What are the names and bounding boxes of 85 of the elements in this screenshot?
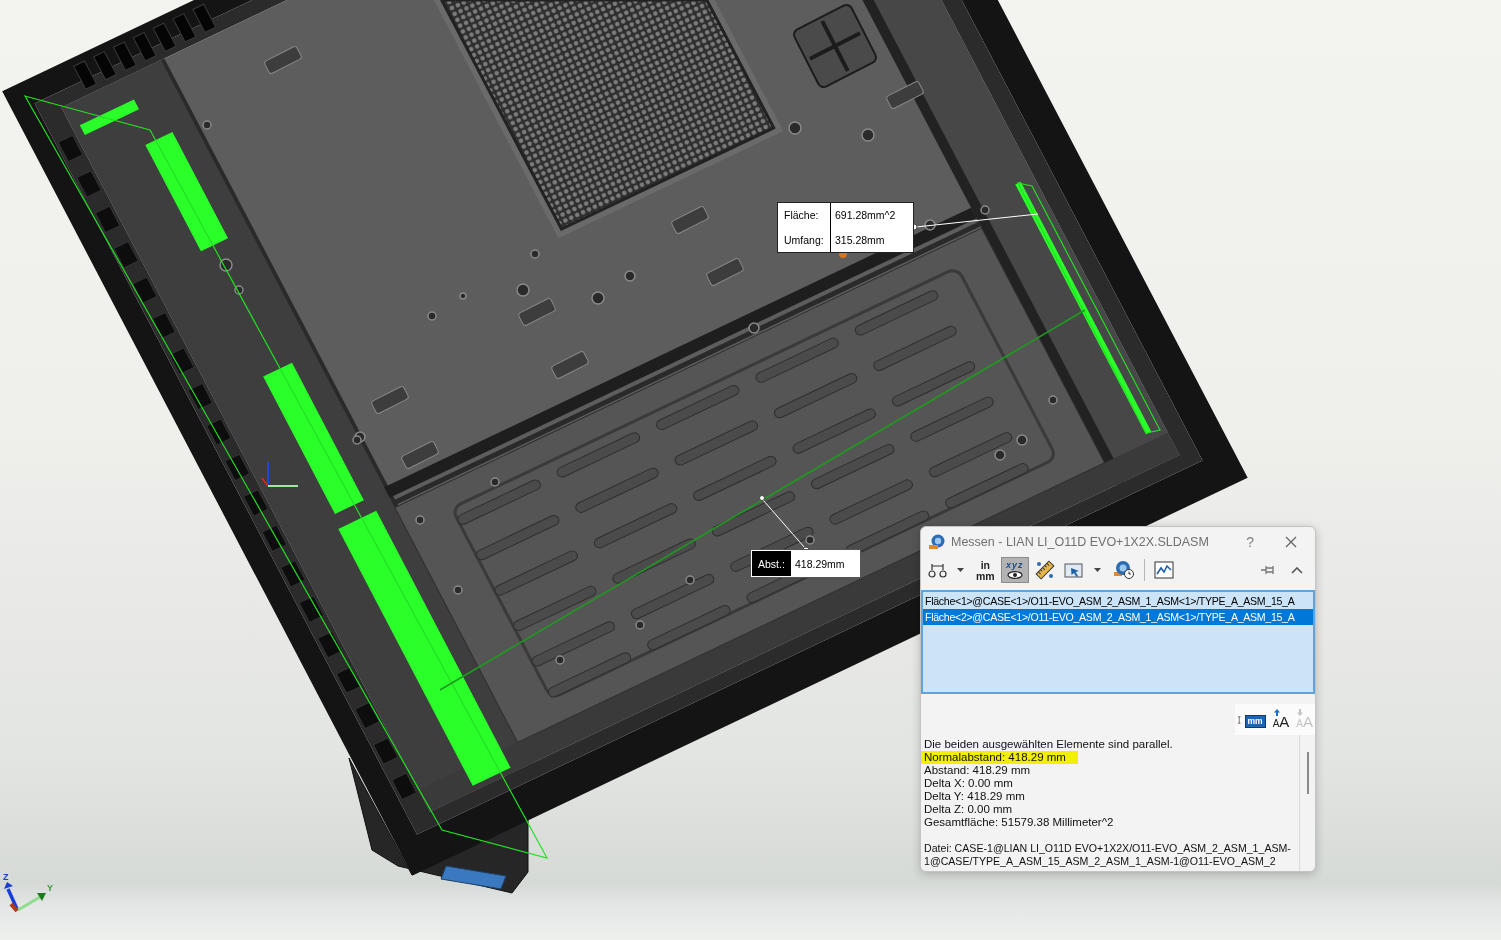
screw-hole	[685, 575, 695, 585]
ruler-icon	[1034, 560, 1055, 580]
screw-hole	[530, 249, 540, 259]
vent-slot	[152, 22, 177, 52]
vent-slot	[192, 3, 217, 33]
screw-hole	[453, 585, 463, 595]
screw-hole	[1048, 395, 1058, 405]
axis-label: Z	[3, 872, 9, 882]
pin-icon[interactable]	[1260, 565, 1276, 575]
callout-value: 418.29mm	[794, 556, 846, 572]
screw-hole	[591, 291, 605, 305]
callout-label: Abst.:	[752, 551, 791, 576]
vent-slot	[150, 312, 176, 340]
result-line: Delta Y: 418.29 mm	[924, 790, 1026, 803]
screw-hole	[788, 121, 802, 135]
window-title: Messen - LIAN LI_O11D EVO+1X2X.SLDASM	[951, 534, 1209, 549]
port-strip	[440, 865, 507, 890]
font-larger-button[interactable]: AA	[1270, 707, 1292, 732]
close-icon	[1285, 535, 1297, 548]
z-axis-arrow	[4, 882, 19, 910]
vent-slot	[280, 560, 306, 588]
result-line: Gesamtfläche: 51579.38 Millimeter^2	[924, 816, 1115, 829]
vent-slot	[187, 382, 214, 411]
screw-hole	[415, 515, 425, 525]
dropdown-caret-icon[interactable]	[957, 568, 964, 572]
arrow-down-icon	[1297, 708, 1304, 716]
selection-item[interactable]: Fläche<2>@CASE<1>/O11-EVO_ASM_2_ASM_1_ASM<1>/TYPE_A_ASM_15_A	[923, 609, 1313, 625]
vent-slot	[132, 32, 157, 62]
cursor-frame-icon	[1063, 561, 1084, 579]
dimension-icon	[928, 562, 947, 578]
axis-label: Y	[47, 883, 53, 893]
xyz-button[interactable]: xyz	[1000, 557, 1029, 583]
screw-hole	[459, 292, 467, 300]
help-button[interactable]: ?	[1243, 533, 1257, 550]
origin-triad-icon	[261, 461, 299, 487]
screw-hole	[234, 285, 244, 295]
vent-slot	[76, 170, 102, 198]
callout-label: Fläche:	[778, 203, 831, 228]
units-toggle-button[interactable]: mm	[1242, 707, 1268, 732]
vent-slot	[73, 60, 98, 90]
vent-slot	[168, 347, 195, 375]
line-chart-icon	[1153, 561, 1174, 579]
screw-hole	[748, 322, 760, 334]
result-line: Die beiden ausgewählten Elemente sind parallel.	[924, 738, 1174, 751]
screw-hole	[805, 535, 815, 545]
result-line: Delta Z: 0.00 mm	[924, 803, 1014, 816]
screw-hole	[427, 311, 437, 321]
vent-slot	[112, 41, 137, 71]
result-line: Abstand: 418.29 mm	[924, 764, 1032, 777]
screw-hole	[219, 258, 233, 272]
tape-measure-clock-icon	[1112, 560, 1135, 580]
collapse-icon[interactable]	[1291, 566, 1303, 574]
screw-hole	[980, 205, 990, 215]
screw-hole	[555, 655, 565, 665]
vent-slot	[261, 524, 288, 552]
screw-hole	[202, 120, 212, 130]
arrow-up-icon	[1273, 708, 1280, 716]
selection-list[interactable]: Fläche<1>@CASE<1>/O11-EVO_ASM_2_ASM_1_ASM<1>/TYPE_A_ASM_15_A Fläche<2>@CASE<1>/O11-EVO_ASM_2_ASM_1_ASM<1>/TYPE_A_ASM_15_A	[921, 590, 1315, 694]
eye-icon	[1006, 571, 1023, 579]
vent-slot	[206, 418, 232, 446]
vent-slot	[224, 453, 251, 482]
y-axis-arrow	[17, 893, 46, 912]
vent-slot	[243, 489, 269, 517]
callout-value: 691.28mm^2	[834, 208, 897, 224]
screw-hole	[1016, 434, 1028, 446]
selection-item[interactable]: Fläche<1>@CASE<1>/O11-EVO_ASM_2_ASM_1_ASM<1>/TYPE_A_ASM_15_A	[923, 593, 1313, 609]
screw-hole	[516, 283, 530, 297]
tape-measure-icon	[929, 533, 946, 550]
screw-hole	[861, 128, 875, 142]
screw-hole	[635, 620, 645, 630]
screw-hole	[352, 435, 362, 445]
result-line: Delta X: 0.00 mm	[924, 777, 1014, 790]
callout-label: Umfang:	[778, 227, 831, 252]
scrollbar[interactable]	[1306, 752, 1309, 794]
vent-slot	[172, 13, 197, 43]
screw-hole	[490, 477, 500, 487]
dropdown-caret-icon[interactable]	[1093, 568, 1101, 572]
callout-value: 315.28mm	[834, 232, 886, 248]
file-path-text: Datei: CASE-1@LIAN LI_O11D EVO+1X2X/O11-EVO_ASM_2_ASM_1_ASM-1@CASE/TYPE_A_ASM_15_ASM_2_ASM_1_ASM-1@O11-EVO_ASM_2	[924, 842, 1292, 868]
screw-hole	[924, 219, 936, 231]
vent-slot	[298, 595, 325, 623]
screw-hole	[624, 270, 636, 282]
units-button[interactable]: in mm	[973, 557, 998, 583]
screw-hole	[994, 449, 1006, 461]
vent-slot	[93, 51, 117, 81]
